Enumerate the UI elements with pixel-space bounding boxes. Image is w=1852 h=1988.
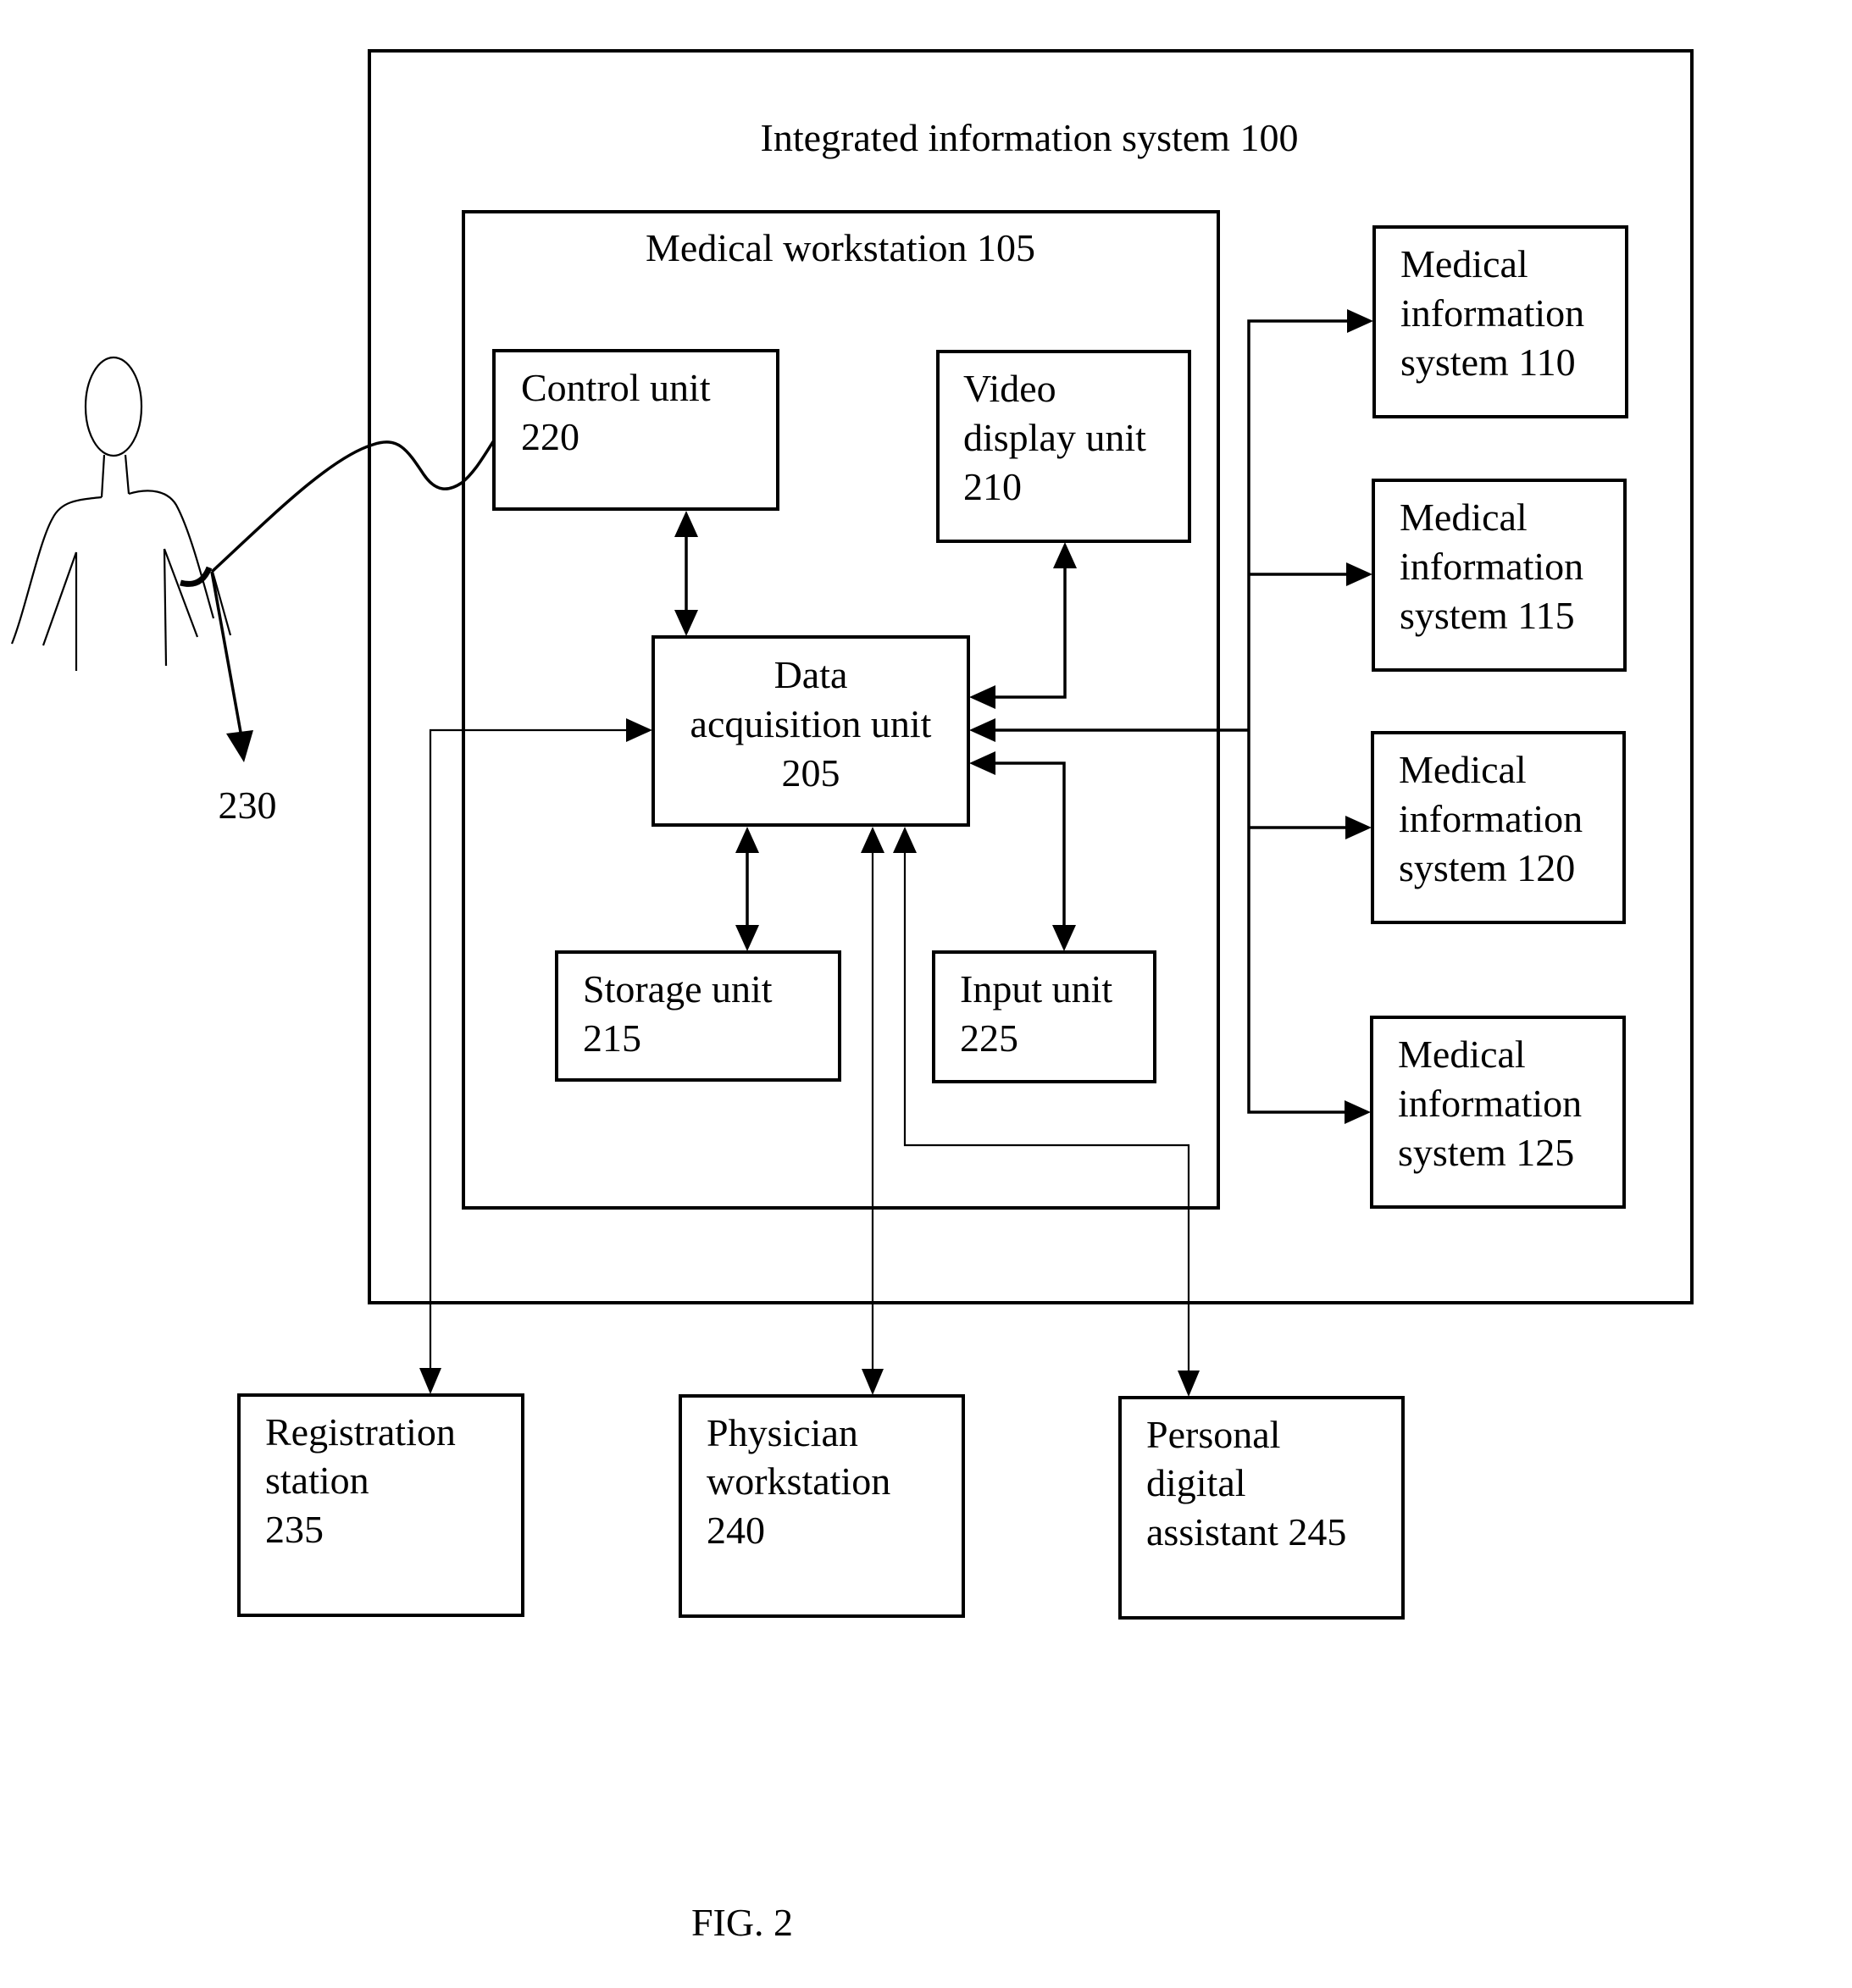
medical-information-system-110: Medical information system 110	[1372, 225, 1628, 418]
storage-line-1: Storage unit	[583, 967, 773, 1011]
svg-text:Medical: Medical	[1398, 1033, 1526, 1076]
svg-text:system 120: system 120	[1399, 846, 1575, 889]
arrowhead-up	[1053, 542, 1077, 568]
svg-text:Control unit: Control unit	[521, 366, 711, 409]
dau-storage-connector	[735, 827, 759, 951]
svg-text:240: 240	[707, 1509, 765, 1552]
video-display-unit-block: Video display unit 210	[936, 350, 1191, 543]
arrowhead-right	[1345, 1100, 1371, 1124]
medical-information-system-120: Medical information system 120	[1371, 731, 1626, 924]
physician-dau-connector	[861, 827, 884, 1395]
arrowhead-down	[419, 1368, 441, 1394]
svg-text:information: information	[1398, 1082, 1582, 1125]
svg-text:system 125: system 125	[1398, 1131, 1574, 1174]
svg-text:information: information	[1400, 545, 1583, 588]
arrowhead-left	[969, 685, 995, 709]
svg-text:Registration: Registration	[265, 1410, 456, 1454]
cuff-label: 230	[219, 784, 277, 827]
video-line-1: Video	[963, 367, 1056, 410]
sensor-cable	[210, 440, 496, 573]
input-line-1: Input unit	[960, 967, 1112, 1011]
patient-figure-icon	[10, 356, 232, 671]
svg-text:assistant 245: assistant 245	[1146, 1510, 1346, 1553]
system-block-diagram: Integrated information system 100 Medica…	[10, 49, 1694, 1944]
arrowhead-left	[969, 751, 995, 775]
arrowhead-right	[626, 718, 652, 742]
svg-text:Medical: Medical	[1399, 748, 1527, 791]
input-unit-block: Input unit 225	[932, 950, 1156, 1083]
control-unit-line-2: 220	[521, 415, 579, 458]
arrowhead-right	[1346, 562, 1372, 586]
svg-text:235: 235	[265, 1508, 324, 1551]
physician-workstation-block: Physician workstation 240	[679, 1394, 965, 1618]
svg-text:information: information	[1400, 291, 1584, 335]
dau-line-1: Data	[774, 653, 848, 696]
input-line-2: 225	[960, 1016, 1018, 1060]
svg-text:Medical: Medical	[1400, 496, 1528, 539]
video-line-2: display unit	[963, 416, 1146, 459]
figure-caption: FIG. 2	[691, 1901, 793, 1944]
svg-text:Physician: Physician	[707, 1411, 858, 1454]
arrowhead-down	[226, 730, 253, 762]
svg-text:digital: digital	[1146, 1461, 1246, 1504]
dau-line-2: acquisition unit	[690, 702, 932, 745]
control-unit-line-1: Control unit	[521, 366, 711, 409]
arrowhead-down	[1178, 1371, 1200, 1397]
svg-text:workstation: workstation	[707, 1459, 890, 1503]
control-unit-block: Control unit 220	[492, 349, 779, 511]
dau-input-connector	[969, 751, 1076, 951]
storage-unit-block: Storage unit 215	[555, 950, 841, 1082]
svg-text:Personal: Personal	[1146, 1413, 1280, 1456]
registration-station-block: Registration station 235	[237, 1393, 524, 1617]
arrowhead-down	[735, 925, 759, 951]
arrowhead-right	[1347, 309, 1373, 333]
cuff-sensor-icon: 230	[180, 566, 277, 827]
storage-line-2: 215	[583, 1016, 641, 1060]
dau-line-3: 205	[782, 751, 840, 795]
data-acquisition-unit-block: Data acquisition unit 205	[652, 635, 970, 827]
arrowhead-left	[969, 718, 995, 742]
arrowhead-up	[674, 511, 698, 537]
control-dau-connector	[674, 511, 698, 636]
svg-text:station: station	[265, 1459, 369, 1502]
svg-text:220: 220	[521, 415, 579, 458]
dau-video-connector	[969, 542, 1077, 709]
arrowhead-down	[862, 1369, 884, 1395]
video-line-3: 210	[963, 465, 1022, 508]
personal-digital-assistant-block: Personal digital assistant 245	[1118, 1396, 1405, 1620]
arrowhead-up	[861, 827, 884, 853]
arrowhead-down	[674, 610, 698, 636]
svg-text:system 110: system 110	[1400, 341, 1576, 384]
svg-text:information: information	[1399, 797, 1583, 840]
medical-workstation-label: Medical workstation 105	[646, 226, 1035, 269]
arrowhead-down	[1052, 925, 1076, 951]
integrated-system-label: Integrated information system 100	[761, 116, 1299, 159]
arrowhead-up	[735, 827, 759, 853]
medical-information-system-115: Medical information system 115	[1372, 479, 1627, 672]
svg-text:system 115: system 115	[1400, 594, 1575, 637]
arrowhead-up	[893, 827, 917, 853]
svg-text:Medical: Medical	[1400, 242, 1528, 285]
pda-dau-connector	[893, 827, 1200, 1397]
medical-information-system-125: Medical information system 125	[1370, 1016, 1626, 1209]
arrowhead-right	[1345, 816, 1372, 839]
